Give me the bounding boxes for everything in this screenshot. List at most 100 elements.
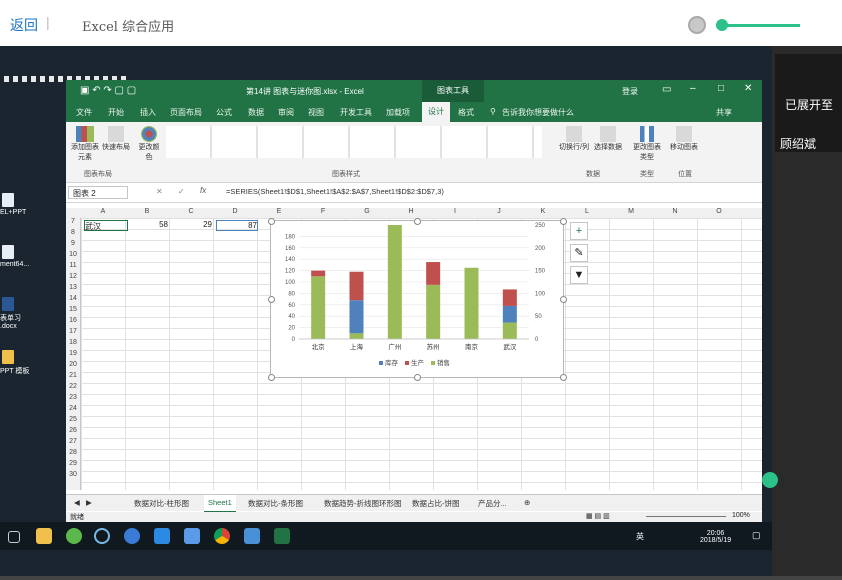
bar-segment[interactable]: [311, 270, 326, 277]
zoom-slider[interactable]: [646, 516, 726, 517]
column-header[interactable]: C: [169, 208, 213, 215]
volume-slider[interactable]: [716, 24, 800, 27]
row-header[interactable]: 23: [66, 394, 80, 401]
excel-taskbar-icon[interactable]: [274, 528, 290, 544]
chart-resize-handle[interactable]: [414, 374, 421, 381]
change-chart-type-button[interactable]: 更改图表类型: [632, 126, 662, 162]
bar-segment[interactable]: [426, 262, 441, 285]
column-header[interactable]: I: [433, 208, 477, 215]
chart-resize-handle[interactable]: [560, 296, 567, 303]
system-clock[interactable]: 20:06 2018/5/19: [700, 530, 731, 544]
tab-file[interactable]: 文件: [76, 107, 92, 118]
legend-entry[interactable]: 库存: [385, 358, 399, 367]
row-header[interactable]: 14: [66, 295, 80, 302]
add-chart-element-button[interactable]: 添加图表元素: [68, 126, 102, 162]
cell-d7[interactable]: 87: [216, 220, 258, 231]
bar-segment[interactable]: [502, 322, 517, 339]
cell-b7[interactable]: 58: [128, 220, 168, 229]
prev-sheet-icon[interactable]: ◀: [74, 498, 80, 507]
row-header[interactable]: 28: [66, 449, 80, 456]
row-header[interactable]: 21: [66, 372, 80, 379]
formula-input[interactable]: =SERIES(Sheet1!$D$1,Sheet1!$A$2:$A$7,She…: [226, 187, 444, 196]
column-header[interactable]: N: [653, 208, 697, 215]
tab-addins[interactable]: 加载项: [386, 107, 410, 118]
column-header[interactable]: H: [389, 208, 433, 215]
chart-filter-icon[interactable]: ▼: [570, 266, 588, 284]
ribbon-display-icon[interactable]: ▭: [662, 84, 671, 95]
desktop-icon[interactable]: ment64...: [0, 245, 30, 268]
signin-link[interactable]: 登录: [622, 86, 638, 97]
tab-design[interactable]: 设计: [422, 102, 450, 122]
row-header[interactable]: 9: [66, 240, 80, 247]
row-header[interactable]: 8: [66, 229, 80, 236]
column-header[interactable]: M: [609, 208, 653, 215]
minimize-icon[interactable]: –: [690, 83, 696, 94]
file-explorer-icon[interactable]: [36, 528, 52, 544]
row-header[interactable]: 29: [66, 460, 80, 467]
chat-icon[interactable]: [154, 528, 170, 544]
tab-formulas[interactable]: 公式: [216, 107, 232, 118]
desktop-icon[interactable]: 表单习 .docx: [0, 297, 30, 330]
tab-data[interactable]: 数据: [248, 107, 264, 118]
row-header[interactable]: 12: [66, 273, 80, 280]
chart-elements-plus-icon[interactable]: +: [570, 222, 588, 240]
row-header[interactable]: 30: [66, 471, 80, 478]
column-header[interactable]: L: [565, 208, 609, 215]
row-header[interactable]: 27: [66, 438, 80, 445]
tab-insert[interactable]: 插入: [140, 107, 156, 118]
chart-resize-handle[interactable]: [414, 218, 421, 225]
ime-indicator[interactable]: 英: [636, 531, 644, 542]
select-data-button[interactable]: 选择数据: [594, 126, 622, 152]
cancel-icon[interactable]: ✕: [156, 187, 163, 196]
sheet-tab[interactable]: 数据对比-条形图: [248, 498, 303, 509]
tab-review[interactable]: 审阅: [278, 107, 294, 118]
row-header[interactable]: 19: [66, 350, 80, 357]
sheet-tab[interactable]: 产品分...: [478, 498, 507, 509]
desktop-icon[interactable]: EL+PPT: [0, 193, 30, 216]
sheet-tab[interactable]: 数据对比-柱形图: [134, 498, 189, 509]
move-chart-button[interactable]: 移动图表: [670, 126, 698, 152]
tab-format[interactable]: 格式: [458, 107, 474, 118]
chrome-icon[interactable]: [214, 528, 230, 544]
quick-access-toolbar[interactable]: ▣ ↶ ↷ ▢ ▢: [80, 85, 136, 96]
chat-bubble-icon[interactable]: [762, 472, 778, 488]
row-header[interactable]: 16: [66, 317, 80, 324]
column-header[interactable]: D: [213, 208, 257, 215]
column-header[interactable]: G: [345, 208, 389, 215]
maximize-icon[interactable]: □: [718, 83, 724, 94]
row-header[interactable]: 25: [66, 416, 80, 423]
view-buttons[interactable]: ▦ ▤ ▥: [586, 512, 610, 520]
tell-me-input[interactable]: 告诉我你想要做什么: [502, 107, 574, 118]
notification-icon[interactable]: ▢: [752, 530, 761, 541]
sheet-tab[interactable]: 数据占比-饼图: [412, 498, 460, 509]
column-header[interactable]: F: [301, 208, 345, 215]
sheet-tab-active[interactable]: Sheet1: [204, 495, 236, 513]
browser-icon[interactable]: [124, 528, 140, 544]
desktop-icon[interactable]: PPT 模板: [0, 350, 30, 376]
sheet-tab[interactable]: 数据趋势-折线图环形图: [324, 498, 402, 509]
back-button[interactable]: 返回: [10, 15, 38, 35]
chart-styles-gallery[interactable]: [166, 126, 542, 158]
tab-developer[interactable]: 开发工具: [340, 107, 372, 118]
network-app-icon[interactable]: [184, 528, 200, 544]
chart-resize-handle[interactable]: [268, 374, 275, 381]
share-button[interactable]: 共享: [716, 107, 732, 118]
bar-segment[interactable]: [502, 305, 517, 323]
add-sheet-icon[interactable]: ⊕: [524, 498, 530, 507]
task-view-icon[interactable]: [8, 531, 20, 543]
bar-segment[interactable]: [502, 289, 517, 306]
bar-segment[interactable]: [349, 271, 364, 301]
chart-resize-handle[interactable]: [560, 374, 567, 381]
playback-progress[interactable]: [0, 576, 842, 580]
legend-entry[interactable]: 销售: [437, 358, 450, 367]
name-box[interactable]: 图表 2: [68, 186, 128, 199]
row-header[interactable]: 17: [66, 328, 80, 335]
row-header[interactable]: 7: [66, 218, 80, 225]
column-header[interactable]: A: [81, 208, 125, 215]
switch-row-column-button[interactable]: 切换行/列: [556, 126, 592, 152]
bar-segment[interactable]: [387, 225, 402, 339]
chart-resize-handle[interactable]: [268, 218, 275, 225]
bar-segment[interactable]: [349, 333, 364, 339]
change-colors-button[interactable]: 更改颜色: [136, 126, 162, 162]
volume-slider-knob[interactable]: [716, 19, 728, 31]
